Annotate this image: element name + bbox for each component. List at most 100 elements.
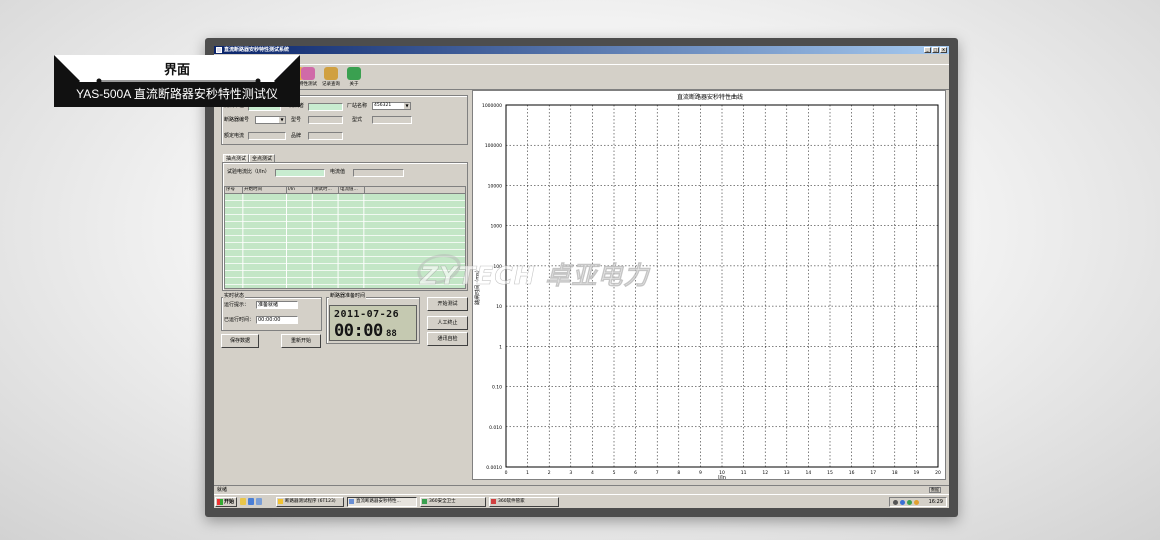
app-icon <box>216 47 222 53</box>
intro-banner: 界面 YAS-500A 直流断路器安秒特性测试仪 <box>54 55 300 107</box>
column-header[interactable]: I/In <box>287 187 313 193</box>
chevron-down-icon: ▼ <box>279 117 285 123</box>
x-tick-label: 15 <box>827 470 833 476</box>
y-tick-label: 1000 <box>491 224 503 230</box>
system-tray: 16:29 <box>889 497 947 507</box>
y-tick-label: 1 <box>499 344 502 350</box>
hint-value: 准备就绪 <box>256 301 298 309</box>
start-test-button[interactable]: 开始测试 <box>427 297 468 311</box>
about-icon <box>347 67 361 80</box>
taskbar-item[interactable]: 断路器测试程序 (6T123) <box>276 497 344 507</box>
x-tick-label: 18 <box>892 470 898 476</box>
breaker-no-label: 断路器编号 <box>224 117 250 123</box>
column-header[interactable]: 电流值... <box>339 187 365 193</box>
x-tick-label: 6 <box>634 470 637 476</box>
save-data-button[interactable]: 保存数据 <box>221 334 259 348</box>
test-icon <box>301 67 315 80</box>
taskbar-item[interactable]: 360安全卫士 <box>420 497 486 507</box>
start-button[interactable]: 开始 <box>215 497 237 507</box>
lcd-clock: 2011-07-26 00:00 88 <box>329 305 417 341</box>
column-header[interactable]: 测试时... <box>313 187 339 193</box>
tool-record-query[interactable]: 记录查询 <box>320 67 342 89</box>
x-tick-label: 7 <box>656 470 659 476</box>
lcd-date: 2011-07-26 <box>334 309 400 320</box>
x-tick-label: 4 <box>591 470 594 476</box>
rated-current-label: 额定电流 <box>224 133 245 139</box>
elapsed-label: 已运行时间： <box>224 317 255 323</box>
type-input[interactable] <box>372 116 412 124</box>
quicklaunch-folder-icon[interactable] <box>240 498 246 505</box>
x-tick-label: 1 <box>526 470 529 476</box>
current-ratio-input[interactable] <box>275 169 325 177</box>
maximize-button[interactable]: □ <box>932 47 939 53</box>
windows-logo-icon <box>217 499 223 505</box>
x-tick-label: 12 <box>762 470 768 476</box>
records-icon <box>324 67 338 80</box>
clock-group-title: 断路器准备时间 <box>329 293 367 300</box>
quicklaunch-desktop-icon[interactable] <box>256 498 262 505</box>
current-ratio-label: 试验电流比（I/In） <box>227 169 270 175</box>
model-input[interactable] <box>308 116 343 124</box>
tester-input[interactable] <box>308 103 343 111</box>
folder-icon <box>278 499 283 504</box>
lcd-time: 00:00 <box>334 321 383 341</box>
x-tick-label: 13 <box>784 470 790 476</box>
y-tick-label: 1000000 <box>482 103 502 109</box>
rated-current-input[interactable] <box>248 132 286 140</box>
manual-stop-button[interactable]: 人工终止 <box>427 316 468 330</box>
current-value-label: 电流值 <box>330 169 346 175</box>
x-tick-label: 3 <box>569 470 572 476</box>
x-tick-label: 17 <box>870 470 876 476</box>
restart-button[interactable]: 重新开始 <box>281 334 321 348</box>
toolbar: 特性测试 记录查询 关于 <box>214 64 949 90</box>
column-header[interactable]: 开始时间 <box>243 187 287 193</box>
y-tick-label: 0.10 <box>492 385 502 391</box>
tool-characteristic-test[interactable]: 特性测试 <box>297 67 319 89</box>
x-tick-label: 9 <box>699 470 702 476</box>
current-value-input[interactable] <box>353 169 404 177</box>
window-titlebar: 直流断路器安秒特性测试系统 _ □ × <box>214 46 949 54</box>
update-icon[interactable] <box>914 500 919 505</box>
factory-select[interactable]: 456321 ▼ <box>372 102 411 110</box>
taskbar-item-active[interactable]: 直流断路器安秒特性... <box>347 497 417 507</box>
chevron-down-icon: ▼ <box>404 103 410 109</box>
y-tick-label: 100000 <box>485 143 502 149</box>
taskbar: 开始 断路器测试程序 (6T123) 直流断路器安秒特性... 360安全卫士 … <box>214 494 949 508</box>
status-group-title: 实时状态 <box>223 293 246 300</box>
elapsed-value: 00:00:00 <box>256 316 298 324</box>
comm-check-button[interactable]: 通讯自检 <box>427 332 468 346</box>
x-tick-label: 16 <box>849 470 855 476</box>
volume-icon[interactable] <box>900 500 905 505</box>
x-tick-label: 14 <box>806 470 812 476</box>
banner-title: 界面 <box>163 63 190 78</box>
security-icon[interactable] <box>907 500 912 505</box>
breaker-no-select[interactable]: ▼ <box>255 116 286 124</box>
x-tick-label: 2 <box>548 470 551 476</box>
banner-subtitle: YAS-500A 直流断路器安秒特性测试仪 <box>76 87 278 101</box>
status-text: 就绪 <box>217 487 228 493</box>
x-tick-label: 11 <box>741 470 747 476</box>
x-tick-label: 0 <box>505 470 508 476</box>
brand-input[interactable] <box>308 132 343 140</box>
tool-about[interactable]: 关于 <box>343 67 365 89</box>
factory-label: 厂站名称 <box>347 103 368 109</box>
minimize-button[interactable]: _ <box>924 47 931 53</box>
network-icon[interactable] <box>893 500 898 505</box>
hint-label: 运行提示： <box>224 302 250 308</box>
quicklaunch-ie-icon[interactable] <box>248 498 254 505</box>
y-tick-label: 10000 <box>488 183 502 189</box>
software-manager-icon <box>491 499 496 504</box>
y-tick-label: 0.0010 <box>486 465 502 471</box>
status-bar: 就绪 数据 <box>214 485 949 493</box>
y-tick-label: 10 <box>496 304 502 310</box>
x-tick-label: 19 <box>914 470 920 476</box>
watermark: ZYTECH 卓亚电力 <box>420 261 650 291</box>
taskbar-item[interactable]: 360软件管家 <box>489 497 559 507</box>
tray-clock: 16:29 <box>928 499 943 505</box>
chart-title: 直流断路器安秒特性曲线 <box>677 93 743 101</box>
column-header[interactable]: 序号 <box>225 187 243 193</box>
close-button[interactable]: × <box>940 47 947 53</box>
table-header: 序号 开始时间 I/In 测试时... 电流值... <box>225 187 465 194</box>
x-tick-label: 8 <box>677 470 680 476</box>
status-indicator: 数据 <box>929 487 941 493</box>
